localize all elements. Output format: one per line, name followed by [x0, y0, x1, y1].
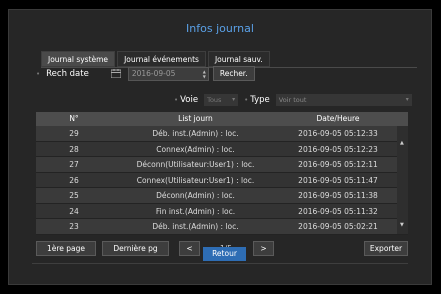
log-table: N° List journ Date/Heure 29 Déb. inst.(A… [36, 112, 408, 235]
row-log-entry: Déb. inst.(Admin) : loc. [152, 129, 239, 138]
row-datetime: 2016-09-05 05:02:21 [298, 222, 378, 231]
voie-label: Voie [180, 95, 199, 105]
table-row[interactable]: 25 Déconn(Admin) : loc. 2016-09-05 05:11… [36, 188, 408, 204]
row-log-entry: Déconn(Utilisateur:User1) : loc. [136, 160, 255, 169]
next-page-button[interactable]: > [253, 241, 274, 256]
row-number: 29 [69, 129, 79, 138]
table-header: N° List journ Date/Heure [36, 112, 408, 126]
chevron-down-icon: ▾ [232, 96, 236, 103]
table-row[interactable]: 27 Déconn(Utilisateur:User1) : loc. 2016… [36, 157, 408, 173]
row-log-entry: Connex(Utilisateur:User1) : loc. [136, 175, 255, 185]
tab-event-log[interactable]: Journal événements [117, 51, 206, 67]
table-row[interactable]: 24 Fin inst.(Admin) : loc. 2016-09-05 05… [36, 203, 408, 219]
calendar-icon[interactable] [110, 69, 121, 78]
table-body: 29 Déb. inst.(Admin) : loc. 2016-09-05 0… [36, 126, 408, 235]
dialog-title: Infos journal [186, 22, 254, 35]
back-button[interactable]: Retour [203, 247, 246, 261]
table-row[interactable]: 28 Connex(Admin) : loc. 2016-09-05 05:12… [36, 141, 408, 157]
footer-divider [32, 263, 408, 264]
row-number: 25 [69, 191, 79, 200]
row-log-entry: Déb. inst.(Admin) : loc. [152, 222, 239, 231]
date-value: 2016-09-05 [131, 68, 176, 78]
tab-backup-log[interactable]: Journal sauv. [207, 51, 270, 67]
row-number: 26 [69, 175, 79, 185]
voie-select[interactable]: Tous ▾ [204, 94, 239, 106]
col-log-list-header: List journ [178, 114, 213, 123]
chevron-down-icon: ▾ [405, 96, 409, 103]
prev-page-button[interactable]: < [179, 241, 200, 256]
type-label: Type [250, 95, 270, 105]
type-select[interactable]: Voir tout ▾ [275, 94, 412, 106]
row-number: 23 [69, 222, 79, 231]
row-datetime: 2016-09-05 05:11:47 [298, 175, 378, 185]
filter-row: • Voie Tous ▾ • Type Voir tout ▾ [174, 94, 412, 106]
row-datetime: 2016-09-05 05:11:32 [298, 206, 378, 216]
row-log-entry: Fin inst.(Admin) : loc. [155, 206, 236, 216]
col-number-header: N° [69, 114, 79, 123]
export-button[interactable]: Exporter [364, 241, 408, 256]
voie-value: Tous [207, 96, 222, 104]
last-page-button[interactable]: Dernière pg [102, 241, 169, 256]
type-value: Voir tout [278, 96, 307, 104]
bullet-icon: • [174, 96, 179, 104]
row-datetime: 2016-09-05 05:12:33 [298, 129, 378, 138]
table-row[interactable]: 23 Déb. inst.(Admin) : loc. 2016-09-05 0… [36, 219, 408, 235]
date-input[interactable]: 2016-09-05 ▲ ▼ [127, 66, 209, 81]
scroll-down-icon[interactable]: ▼ [400, 222, 404, 228]
row-datetime: 2016-09-05 05:12:23 [298, 144, 378, 154]
row-datetime: 2016-09-05 05:11:38 [298, 191, 378, 200]
table-row[interactable]: 29 Déb. inst.(Admin) : loc. 2016-09-05 0… [36, 126, 408, 142]
row-log-entry: Déconn(Admin) : loc. [156, 191, 235, 200]
row-log-entry: Connex(Admin) : loc. [156, 144, 235, 154]
row-number: 28 [69, 144, 79, 154]
table-scrollbar[interactable]: ▲ ▼ [397, 126, 408, 234]
row-number: 24 [69, 206, 79, 216]
tab-system-log[interactable]: Journal système [41, 51, 116, 67]
search-button[interactable]: Recher. [212, 66, 255, 81]
bullet-icon: • [244, 96, 249, 104]
col-datetime-header: Date/Heure [316, 114, 360, 123]
table-row[interactable]: 26 Connex(Utilisateur:User1) : loc. 2016… [36, 172, 408, 188]
row-datetime: 2016-09-05 05:12:11 [298, 160, 378, 169]
date-spinner-icon[interactable]: ▲ ▼ [203, 69, 206, 79]
scroll-up-icon[interactable]: ▲ [400, 140, 404, 146]
row-number: 27 [69, 160, 79, 169]
date-search-row: • Rech date 2016-09-05 ▲ ▼ Recher. [36, 66, 255, 81]
bullet-icon: • [36, 69, 41, 78]
search-date-label: Rech date [46, 68, 89, 79]
tab-bar: Journal système Journal événements Journ… [41, 51, 270, 67]
first-page-button[interactable]: 1ère page [36, 241, 96, 256]
